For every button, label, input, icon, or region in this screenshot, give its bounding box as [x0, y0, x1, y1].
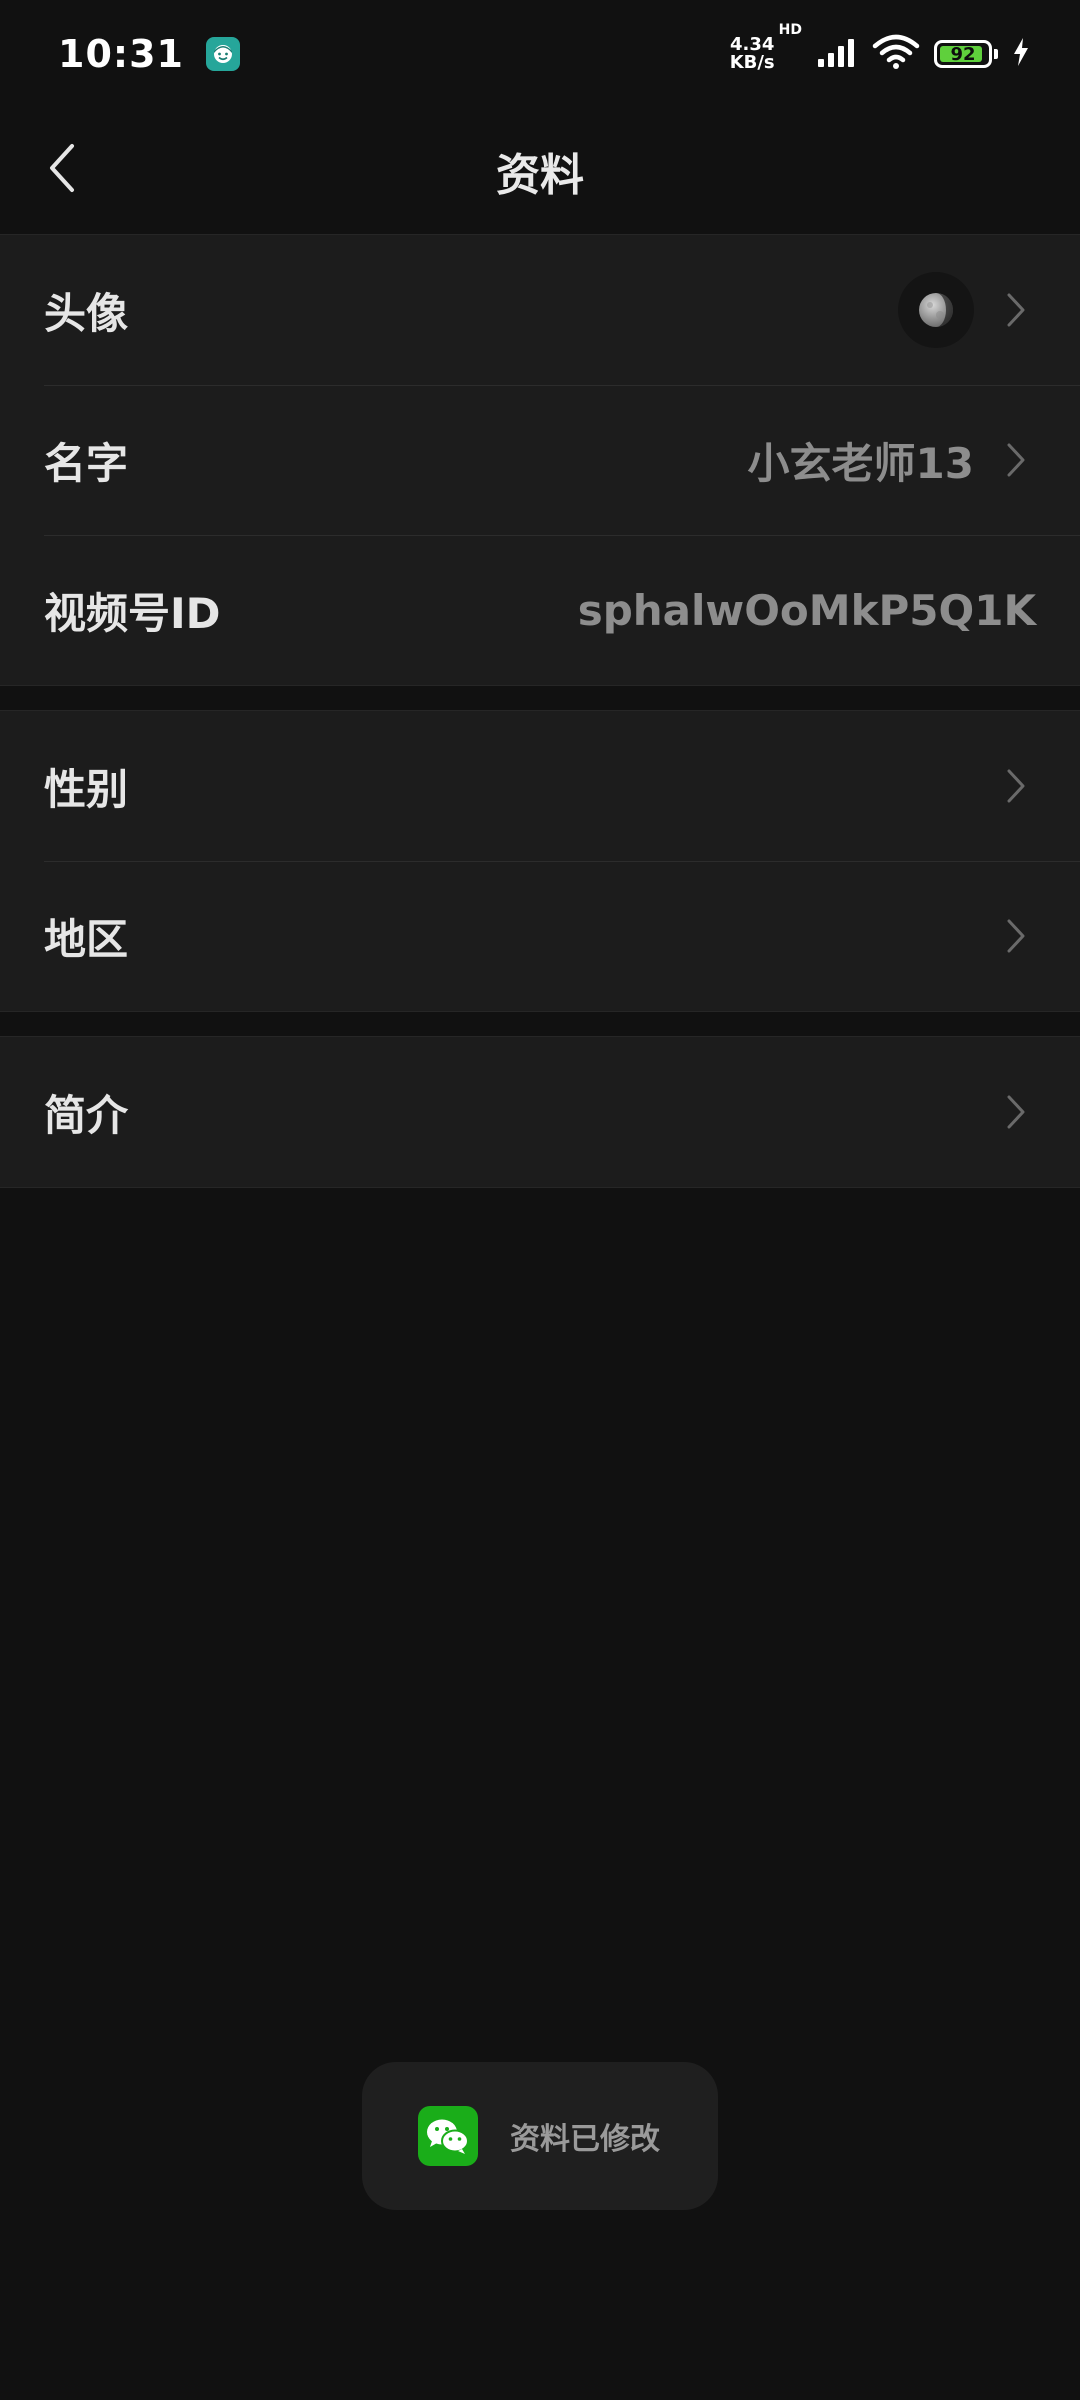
name-row[interactable]: 名字 小玄老师13	[0, 385, 1080, 535]
status-left: 10:31	[58, 32, 240, 76]
battery-icon: 92	[934, 40, 992, 68]
app-badge-icon	[205, 37, 240, 71]
bio-row-right	[974, 1092, 1036, 1132]
channel-id-row[interactable]: 视频号ID sphalwOoMkP5Q1K	[0, 535, 1080, 685]
chevron-right-icon	[996, 1092, 1036, 1132]
status-bar: 10:31 4.34 KB/s HD 92	[0, 0, 1080, 108]
network-type-label: HD	[778, 22, 802, 38]
chevron-right-icon	[996, 766, 1036, 806]
profile-section: 头像 名字 小玄老师13 视频号ID sphalwOoMkP5Q1K	[0, 234, 1080, 686]
name-value: 小玄老师13	[747, 438, 974, 488]
chevron-right-icon	[996, 290, 1036, 330]
signal-icon	[816, 37, 858, 71]
chevron-left-icon	[46, 142, 78, 198]
battery-level: 92	[950, 43, 976, 65]
gender-row[interactable]: 性别	[0, 711, 1080, 861]
back-button[interactable]	[30, 138, 94, 202]
name-label: 名字	[44, 438, 129, 488]
name-row-right: 小玄老师13	[748, 430, 1036, 491]
bio-row[interactable]: 简介	[0, 1037, 1080, 1187]
net-speed-unit: KB/s	[729, 52, 775, 73]
clock: 10:31	[58, 32, 184, 76]
channel-id-label: 视频号ID	[44, 588, 221, 638]
region-label: 地区	[44, 914, 129, 964]
profile-page: 10:31 4.34 KB/s HD 92 资料 头像 名字 小玄老师13 视频…	[0, 0, 1080, 2400]
info-section: 性别 地区	[0, 710, 1080, 1012]
toast-text: 资料已修改	[510, 2122, 660, 2157]
wifi-icon	[872, 34, 920, 74]
avatar	[898, 272, 974, 348]
bio-section: 简介	[0, 1036, 1080, 1188]
bio-label: 简介	[44, 1090, 129, 1140]
charging-icon	[1012, 37, 1030, 71]
status-right: 4.34 KB/s HD 92	[730, 22, 1030, 74]
chevron-right-icon	[996, 916, 1036, 956]
gender-row-right	[974, 766, 1036, 806]
channel-id-value: sphalwOoMkP5Q1K	[577, 585, 1036, 635]
net-speed: 4.34 KB/s	[730, 36, 775, 72]
avatar-row-right	[898, 272, 1036, 348]
channel-id-row-right: sphalwOoMkP5Q1K	[578, 586, 1036, 635]
gender-label: 性别	[44, 764, 129, 814]
page-title: 资料	[496, 150, 584, 201]
avatar-row[interactable]: 头像	[0, 235, 1080, 385]
battery-cap	[994, 49, 998, 59]
toast: 资料已修改	[362, 2062, 718, 2210]
avatar-label: 头像	[44, 288, 129, 338]
region-row-right	[974, 916, 1036, 956]
wechat-icon	[418, 2106, 478, 2166]
nav-bar: 资料	[0, 108, 1080, 234]
region-row[interactable]: 地区	[0, 861, 1080, 1011]
chevron-right-icon	[996, 440, 1036, 480]
